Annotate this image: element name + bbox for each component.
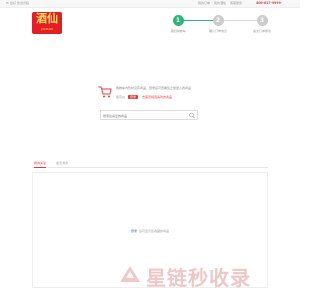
top-links: 我的订单 我的酒仙 客服服务 [198,1,245,5]
watermark-text: 星链秒收录 [146,266,251,290]
empty-cart-prefix: 您可以 [116,95,126,99]
welcome-text: Hi 您好 欢迎光临 [6,1,29,5]
step-number: 3 [256,15,268,26]
step-label: 我的购物车 [170,29,186,33]
checkout-steps: 1 我的购物车 2 确认订单信息 3 提交订单成功 [168,14,278,38]
step-number: 1 [172,15,184,26]
favorites-tabs: 我的关注 最近浏览 [32,160,268,168]
hotline-number: 400-617-9999 [256,1,281,5]
logo-main-text: 酒仙 [36,12,58,25]
watermark-logo-icon [120,266,140,282]
search-input[interactable] [103,112,187,119]
go-shopping-link[interactable]: 去首页挑选喜欢的商品 [142,95,172,99]
step-submitted: 3 提交订单成功 [252,15,272,33]
panel-message: 登录 后可显示您收藏的商品 [33,229,267,233]
step-label: 提交订单成功 [252,29,271,33]
step-number: 2 [212,15,224,26]
search-icon[interactable] [188,112,196,119]
panel-login-link[interactable]: 登录 [131,229,137,233]
site-logo[interactable]: 酒仙 JIUXIAN [32,12,62,34]
login-button[interactable]: 登录 [127,95,138,99]
step-confirm: 2 确认订单信息 [208,15,228,33]
empty-cart-text: 购物车内暂时没有商品，登录后可查看您之前加入的商品 [116,86,192,90]
panel-message-text: 后可显示您收藏的商品 [139,229,170,233]
empty-cart-actions: 您可以 登录 去首页挑选喜欢的商品 [116,95,172,99]
empty-cart-message: 购物车内暂时没有商品，登录后可查看您之前加入的商品 您可以 登录 去首页挑选喜欢… [98,84,248,106]
customer-service-link[interactable]: 客服服务 [230,1,242,5]
watermark: 星链秒收录 [118,260,278,290]
my-orders-link[interactable]: 我的订单 [198,1,210,5]
step-cart: 1 我的购物车 [168,15,188,33]
logo-sub-text: JIUXIAN [41,27,53,31]
search-box [100,110,198,120]
tab-my-follows[interactable]: 我的关注 [34,161,47,168]
my-account-link[interactable]: 我的酒仙 [214,1,226,5]
tab-recently-viewed[interactable]: 最近浏览 [56,161,68,167]
step-label: 确认订单信息 [208,29,227,33]
top-bar: Hi 您好 欢迎光临 我的订单 我的酒仙 客服服务 400-617-9999 [0,0,300,8]
shopping-cart-icon [98,86,112,98]
